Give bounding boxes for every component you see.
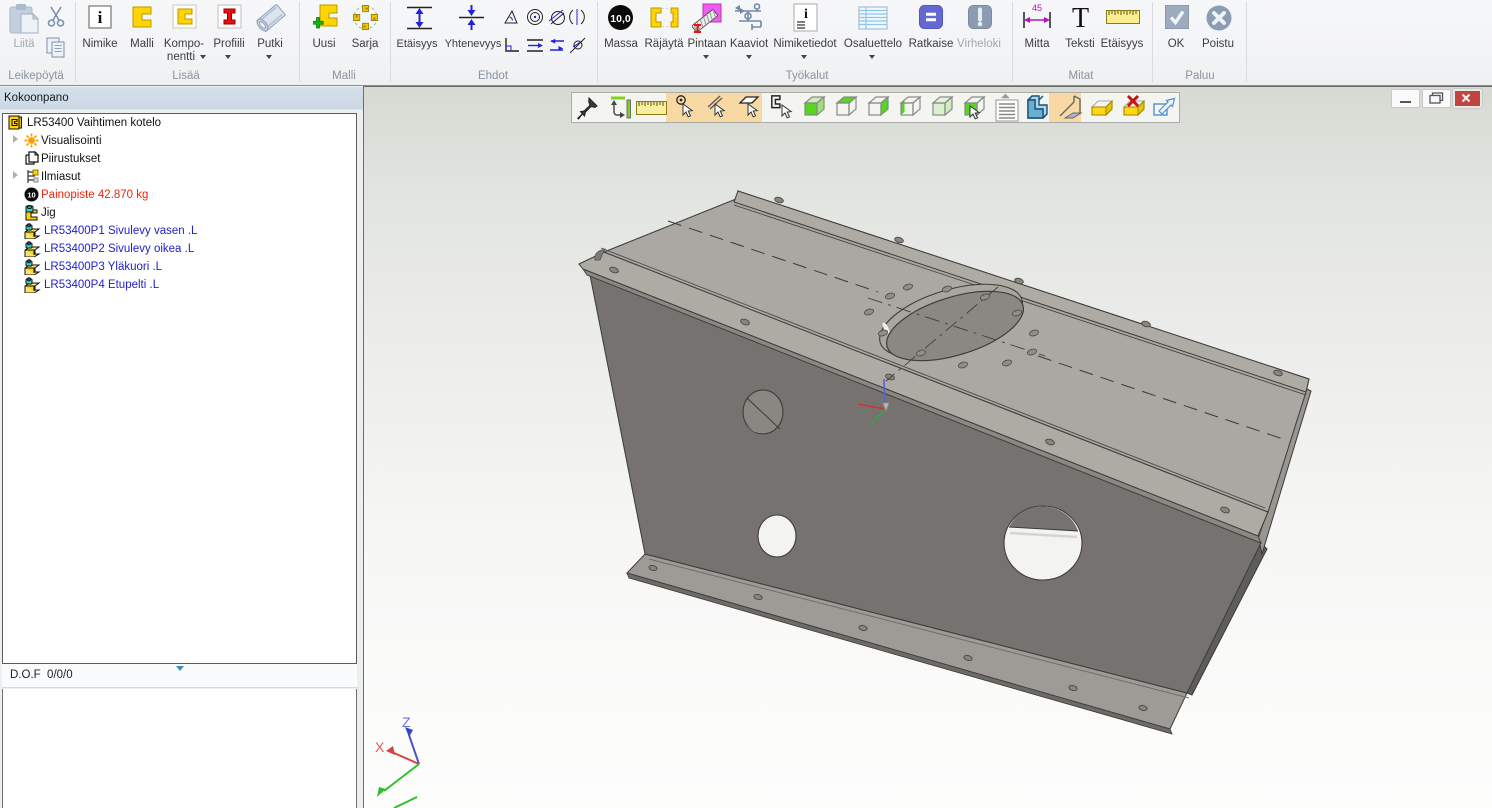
svg-text:X: X: [375, 739, 385, 755]
svg-text:i: i: [804, 7, 808, 22]
svg-text:10,0: 10,0: [610, 13, 631, 25]
svg-text:i: i: [98, 8, 103, 27]
svg-text:Z: Z: [402, 714, 411, 730]
svg-text:45: 45: [1032, 4, 1042, 13]
svg-text:10: 10: [27, 191, 35, 200]
svg-text:T: T: [1072, 5, 1089, 29]
